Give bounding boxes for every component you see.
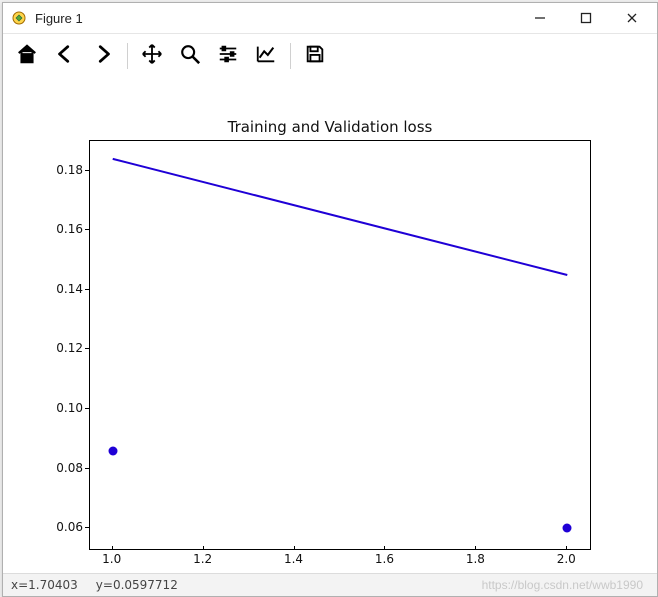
x-tick-label: 1.4 <box>274 552 314 566</box>
x-tick-label: 1.8 <box>455 552 495 566</box>
y-tick-label: 0.06 <box>43 520 83 534</box>
pan-button[interactable] <box>136 40 168 72</box>
zoom-icon <box>179 43 201 70</box>
y-tick-label: 0.10 <box>43 401 83 415</box>
x-tick-label: 1.6 <box>364 552 404 566</box>
arrow-left-icon <box>54 43 76 70</box>
save-icon <box>304 43 326 70</box>
maximize-button[interactable] <box>563 3 609 33</box>
y-tick-label: 0.12 <box>43 341 83 355</box>
data-point <box>563 524 572 533</box>
y-tick-label: 0.14 <box>43 282 83 296</box>
save-button[interactable] <box>299 40 331 72</box>
figure-window: Figure 1 <box>2 2 658 597</box>
plot-area[interactable]: Training and Validation loss 0.06 0.08 0.1… <box>3 78 657 573</box>
move-icon <box>141 43 163 70</box>
chart-title: Training and Validation loss <box>3 118 657 136</box>
arrow-right-icon <box>92 43 114 70</box>
home-button[interactable] <box>11 40 43 72</box>
x-tick-label: 1.2 <box>183 552 223 566</box>
home-icon <box>16 43 38 70</box>
cursor-y: y=0.0597712 <box>96 578 178 592</box>
zoom-button[interactable] <box>174 40 206 72</box>
toolbar-separator <box>290 43 291 69</box>
window-title: Figure 1 <box>35 11 83 26</box>
back-button[interactable] <box>49 40 81 72</box>
minimize-button[interactable] <box>517 3 563 33</box>
statusbar: x=1.70403 y=0.0597712 <box>3 573 657 596</box>
axes <box>89 140 591 550</box>
titlebar: Figure 1 <box>3 3 657 34</box>
edit-axes-button[interactable] <box>250 40 282 72</box>
sliders-icon <box>217 43 239 70</box>
close-button[interactable] <box>609 3 655 33</box>
data-point <box>108 446 117 455</box>
toolbar <box>3 34 657 78</box>
y-tick-label: 0.16 <box>43 222 83 236</box>
y-tick-label: 0.08 <box>43 461 83 475</box>
configure-subplots-button[interactable] <box>212 40 244 72</box>
cursor-x: x=1.70403 <box>11 578 78 592</box>
chart-line-icon <box>255 43 277 70</box>
x-tick-label: 2.0 <box>546 552 586 566</box>
y-tick-label: 0.18 <box>43 163 83 177</box>
toolbar-separator <box>127 43 128 69</box>
x-tick-label: 1.0 <box>92 552 132 566</box>
app-icon <box>11 10 27 26</box>
forward-button[interactable] <box>87 40 119 72</box>
